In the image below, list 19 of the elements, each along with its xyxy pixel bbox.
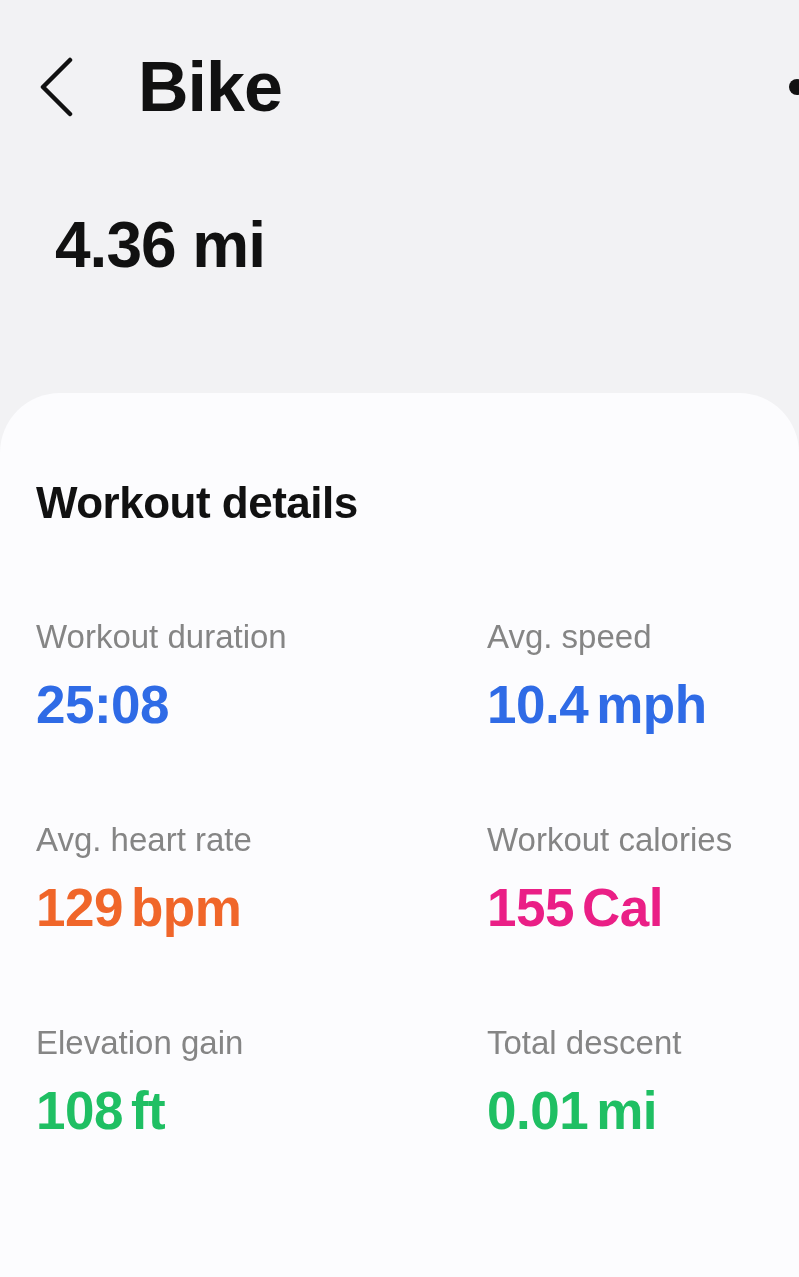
- metric-unit: ft: [130, 1084, 166, 1137]
- section-title: Workout details: [36, 481, 359, 525]
- metric-label: Workout duration: [36, 620, 288, 653]
- metric-label: Avg. heart rate: [36, 823, 253, 856]
- metric-value: 129: [36, 881, 123, 934]
- metric-label: Avg. speed: [487, 620, 653, 653]
- back-icon[interactable]: [38, 57, 74, 117]
- metric-label: Workout calories: [487, 823, 734, 856]
- metric-label: Elevation gain: [36, 1026, 245, 1059]
- metric-label: Total descent: [487, 1026, 683, 1059]
- metric-unit: mi: [596, 1084, 657, 1137]
- metric-value: 10.4: [487, 678, 589, 731]
- metric-value: 0.01: [487, 1084, 589, 1137]
- metric-value: 155: [487, 881, 574, 934]
- metric-unit: Cal: [581, 881, 663, 934]
- metric-value: 25:08: [36, 678, 170, 731]
- distance-value: 4.36 mi: [55, 213, 267, 277]
- metric-value: 108: [36, 1084, 123, 1137]
- page-title: Bike: [138, 47, 282, 127]
